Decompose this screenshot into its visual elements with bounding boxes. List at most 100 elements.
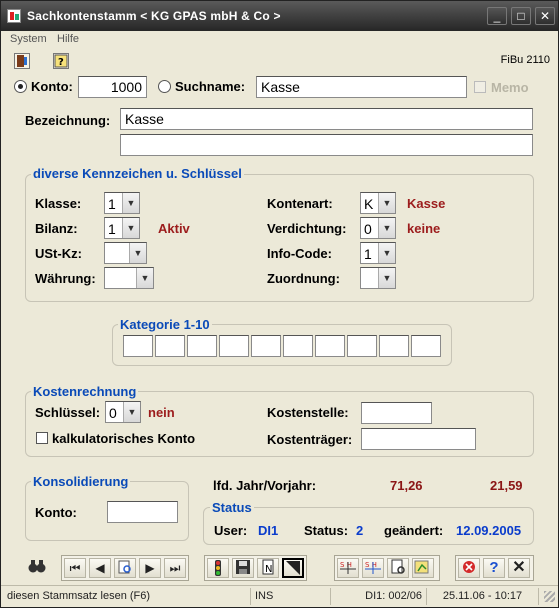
schluessel-value: 0 [109,405,117,421]
menu-system[interactable]: System [10,33,47,45]
verdichtung-value: 0 [364,221,372,237]
maximize-button[interactable]: □ [511,7,531,25]
chevron-down-icon[interactable]: ▼ [378,268,395,288]
kategorie-field-2[interactable] [155,335,185,357]
schluessel-select[interactable]: 0 ▼ [105,401,141,423]
konsolidierung-konto-label: Konto: [35,505,77,520]
bilanz-value: 1 [108,221,116,237]
waehrung-select[interactable]: ▼ [104,267,154,289]
kategorie-field-10[interactable] [411,335,441,357]
kontenart-text: Kasse [407,196,446,211]
ustkz-select[interactable]: ▼ [104,242,147,264]
bilanz-select[interactable]: 1 ▼ [104,217,140,239]
suchname-input[interactable]: Kasse [256,76,467,98]
chevron-down-icon[interactable]: ▼ [378,243,395,263]
menu-hilfe[interactable]: Hilfe [57,33,79,45]
new-record-icon[interactable]: N [257,558,279,578]
kategorie-field-4[interactable] [219,335,249,357]
last-record-icon[interactable]: ⏭ [164,558,186,578]
chevron-down-icon[interactable]: ▼ [122,218,139,238]
main-window: Sachkontenstamm < KG GPAS mbH & Co > _ □… [0,0,559,608]
chevron-down-icon[interactable]: ▼ [378,193,395,213]
bezeichnung-label: Bezeichnung: [25,113,111,128]
status-record: DI1: 002/06 [331,588,427,605]
kontenart-value: K [364,196,374,212]
kategorie-field-1[interactable] [123,335,153,357]
infocode-select[interactable]: 1 ▼ [360,242,396,264]
kategorie-field-8[interactable] [347,335,377,357]
traffic-light-icon[interactable] [207,558,229,578]
report-map-icon[interactable] [412,558,434,578]
waehrung-label: Währung: [35,271,96,286]
schluessel-label: Schlüssel: [35,405,101,420]
account-sh-icon[interactable]: S H [337,558,359,578]
jahr-label: lfd. Jahr/Vorjahr: [213,478,317,493]
status-status-value: 2 [356,523,364,538]
cancel-icon[interactable] [458,558,480,578]
binoculars-icon[interactable] [26,557,48,577]
status-status-label: Status: [304,523,349,538]
program-id: FiBu 2110 [500,54,550,66]
previous-record-icon[interactable]: ◀ [89,558,111,578]
zuordnung-select[interactable]: ▼ [360,267,396,289]
bilanz-text: Aktiv [158,221,190,236]
search-record-icon[interactable] [114,558,136,578]
resize-grip-icon[interactable] [544,591,555,602]
chevron-down-icon[interactable]: ▼ [136,268,153,288]
status-message: diesen Stammsatz lesen (F6) [3,588,251,605]
kategorie-field-7[interactable] [315,335,345,357]
chevron-down-icon[interactable]: ▼ [122,193,139,213]
chevron-down-icon[interactable]: ▼ [129,243,146,263]
kostentraeger-input[interactable] [361,428,476,450]
kategorie-field-5[interactable] [251,335,281,357]
exit-door-icon[interactable] [14,53,30,69]
kostentraeger-label: Kostenträger: [267,432,353,447]
konto-input[interactable]: 1000 [78,76,147,98]
verdichtung-select[interactable]: 0 ▼ [360,217,396,239]
chevron-down-icon[interactable]: ▼ [378,218,395,238]
minimize-button[interactable]: _ [487,7,507,25]
klasse-value: 1 [108,196,116,212]
kategorie-title: Kategorie 1-10 [118,317,212,332]
svg-text:?: ? [58,57,64,68]
chevron-down-icon[interactable]: ▼ [123,402,140,422]
close-x-icon[interactable]: ✕ [508,558,530,578]
konto-radio[interactable] [14,80,27,93]
kostenstelle-label: Kostenstelle: [267,405,349,420]
bezeichnung-input-1[interactable]: Kasse [120,108,533,130]
memo-checkbox[interactable] [474,81,486,93]
layout-toggle-icon[interactable] [282,558,304,578]
klasse-select[interactable]: 1 ▼ [104,192,140,214]
next-record-icon[interactable]: ▶ [139,558,161,578]
ustkz-label: USt-Kz: [35,246,82,261]
suchname-radio[interactable] [158,80,171,93]
save-icon[interactable] [232,558,254,578]
title-bar[interactable]: Sachkontenstamm < KG GPAS mbH & Co > _ □… [1,1,558,31]
account-sh-blue-icon[interactable]: S H [362,558,384,578]
svg-text:S H: S H [340,561,352,569]
kategorie-field-6[interactable] [283,335,313,357]
konto-label: Konto: [31,79,73,94]
kalkulatorisch-checkbox[interactable] [36,432,48,444]
first-record-icon[interactable]: ⏮ [64,558,86,578]
kategorie-field-3[interactable] [187,335,217,357]
status-changed-value: 12.09.2005 [456,523,522,538]
jahr-previous-value: 21,59 [490,478,523,493]
help-question-icon[interactable]: ? [483,558,505,578]
status-changed-label: geändert: [384,523,444,538]
kontenart-select[interactable]: K ▼ [360,192,396,214]
status-bar: diesen Stammsatz lesen (F6) INS DI1: 002… [1,585,558,607]
kategorie-field-9[interactable] [379,335,409,357]
status-user-label: User: [214,523,248,538]
schluessel-text: nein [148,405,175,420]
close-button[interactable]: ✕ [535,7,555,25]
jahr-current-value: 71,26 [390,478,423,493]
zuordnung-label: Zuordnung: [267,271,340,286]
kostenstelle-input[interactable] [361,402,432,424]
document-search-icon[interactable] [387,558,409,578]
help-icon[interactable]: ? [53,53,69,69]
bezeichnung-input-2[interactable] [120,134,533,156]
konsolidierung-konto-input[interactable] [107,501,178,523]
status-datetime: 25.11.06 - 10:17 [427,588,539,605]
function-toolbar: S H S H [334,555,440,581]
